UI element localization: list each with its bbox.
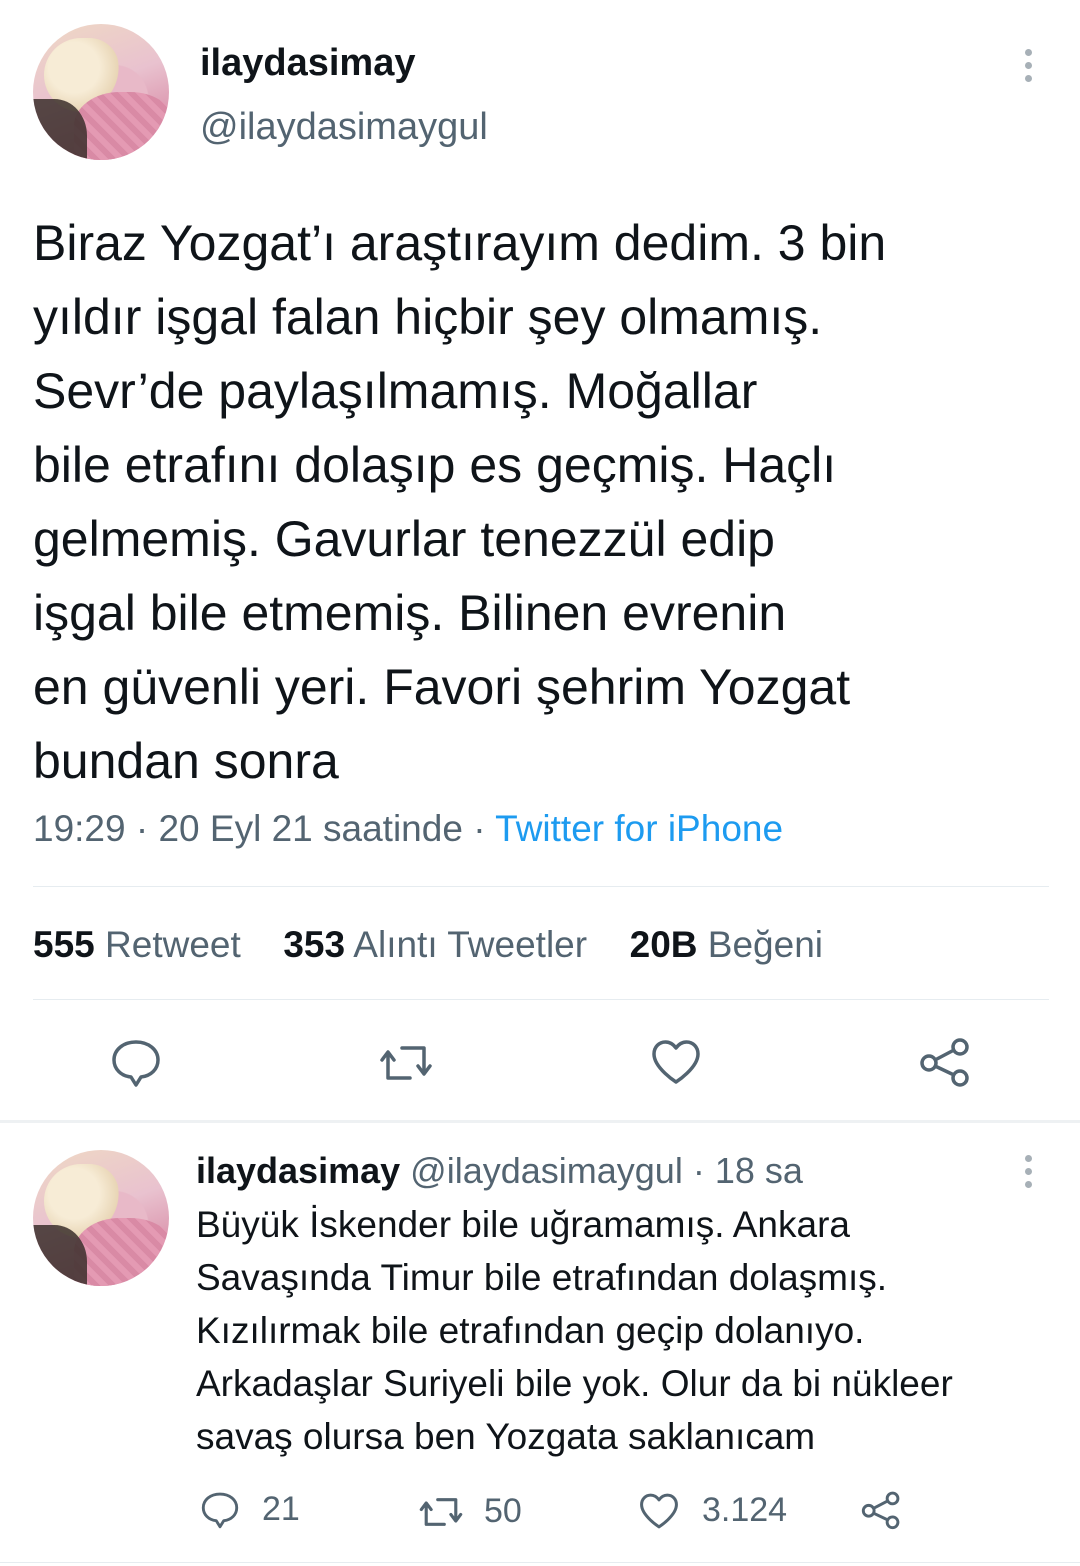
reply-text: Büyük İskender bile uğramamış. Ankara Sa… [196,1198,1056,1463]
tweet-text-line: işgal bile etmemiş. Bilinen evrenin [33,585,787,641]
retweet-icon[interactable] [378,1040,434,1086]
likes-stat[interactable]: 20B Beğeni [630,924,823,965]
reply-text-line: Savaşında Timur bile etrafından dolaşmış… [196,1257,888,1298]
likes-label: Beğeni [707,924,824,965]
tweet-text-line: bundan sonra [33,733,339,789]
like-icon[interactable] [650,1038,702,1086]
retweet-icon [418,1493,464,1531]
reply-text-line: savaş olursa ben Yozgata saklanıcam [196,1416,816,1457]
tweet-text-line: yıldır işgal falan hiçbir şey olmamış. [33,289,823,345]
section-separator [0,1120,1080,1123]
avatar[interactable] [33,24,169,160]
like-count: 3.124 [702,1491,788,1529]
reply-action-reply[interactable]: 21 [200,1490,300,1529]
share-icon[interactable] [860,1490,902,1530]
reply-display-name[interactable]: ilaydasimay [196,1150,400,1191]
reply-text-line: Arkadaşlar Suriyeli bile yok. Olur da bi… [196,1363,953,1404]
reply-text-line: Kızılırmak bile etrafından geçip dolanıy… [196,1310,865,1351]
reply-time[interactable]: · 18 sa [693,1150,803,1191]
more-options-icon[interactable] [1025,1155,1032,1194]
divider [0,1562,1080,1563]
avatar[interactable] [33,1150,169,1286]
reply-icon [200,1491,240,1529]
quotes-label: Alıntı Tweetler [353,924,588,965]
tweet-meta: 19:29 · 20 Eyl 21 saatinde · Twitter for… [33,808,783,850]
divider [33,999,1049,1000]
retweet-count: 50 [484,1492,522,1530]
reply-handle[interactable]: @ilaydasimaygul [410,1150,683,1191]
likes-count: 20B [629,924,698,965]
reply-action-like[interactable]: 3.124 [638,1491,787,1530]
reply-count: 21 [262,1490,300,1528]
tweet-text: Biraz Yozgat’ı araştırayım dedim. 3 bin … [33,206,1053,798]
tweet-text-line: Biraz Yozgat’ı araştırayım dedim. 3 bin [33,215,887,271]
reply-text-line: Büyük İskender bile uğramamış. Ankara [196,1204,850,1245]
more-options-icon[interactable] [1025,49,1032,88]
reply-action-retweet[interactable]: 50 [418,1492,522,1531]
reply-header: ilaydasimay @ilaydasimaygul · 18 sa [196,1150,803,1192]
quotes-count: 353 [283,924,346,965]
tweet-text-line: en güvenli yeri. Favori şehrim Yozgat [33,659,851,715]
source-link[interactable]: Twitter for iPhone [495,808,783,849]
quotes-stat[interactable]: 353 Alıntı Tweetler [283,924,587,965]
retweets-stat[interactable]: 555 Retweet [33,924,241,965]
retweets-label: Retweet [105,924,241,965]
author-display-name[interactable]: ilaydasimay [200,42,415,85]
divider [33,886,1049,887]
tweet-stats: 555 Retweet 353 Alıntı Tweetler 20B Beğe… [33,924,823,966]
tweet-text-line: gelmemiş. Gavurlar tenezzül edip [33,511,775,567]
share-icon[interactable] [918,1036,972,1088]
like-icon [638,1492,680,1530]
tweet-text-line: bile etrafını dolaşıp es geçmiş. Haçlı [33,437,837,493]
retweets-count: 555 [33,924,95,965]
tweet-text-line: Sevr’de paylaşılmamış. Moğallar [33,363,758,419]
author-handle[interactable]: @ilaydasimaygul [200,106,488,149]
reply-icon[interactable] [110,1038,162,1088]
timestamp[interactable]: 19:29 · 20 Eyl 21 saatinde · [33,808,486,849]
